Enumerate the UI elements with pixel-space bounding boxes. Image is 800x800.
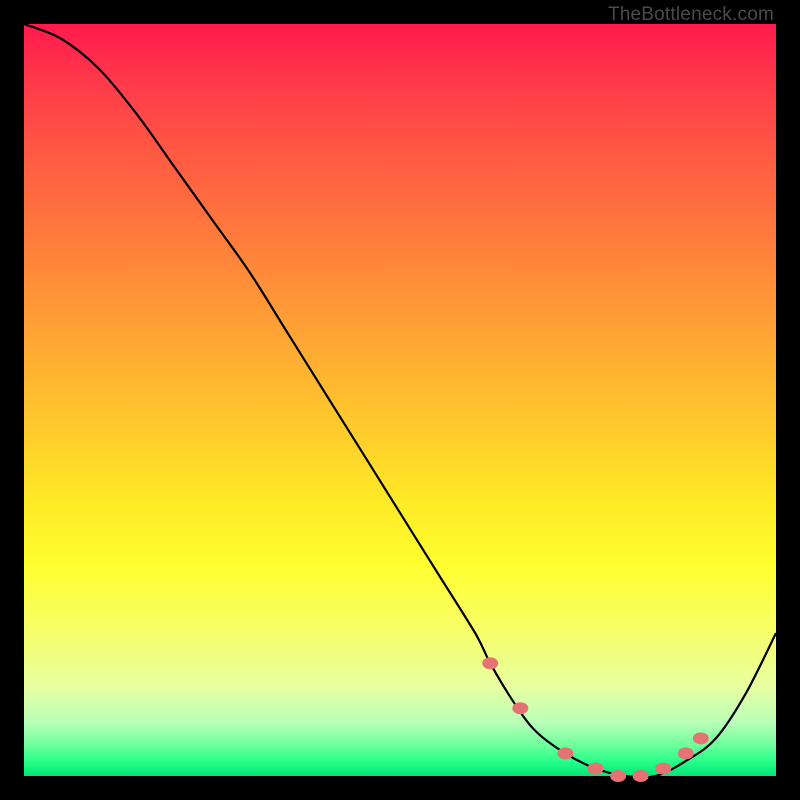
curve-marker bbox=[655, 763, 671, 775]
curve-marker bbox=[693, 732, 709, 744]
curve-marker bbox=[633, 770, 649, 782]
watermark-text: TheBottleneck.com bbox=[608, 4, 774, 26]
curve-marker bbox=[557, 747, 573, 759]
curve-marker bbox=[588, 763, 604, 775]
chart-svg bbox=[24, 24, 776, 776]
curve-marker bbox=[512, 702, 528, 714]
curve-markers bbox=[482, 657, 709, 782]
curve-marker bbox=[610, 770, 626, 782]
curve-marker bbox=[482, 657, 498, 669]
bottleneck-curve bbox=[24, 24, 776, 777]
curve-marker bbox=[678, 747, 694, 759]
